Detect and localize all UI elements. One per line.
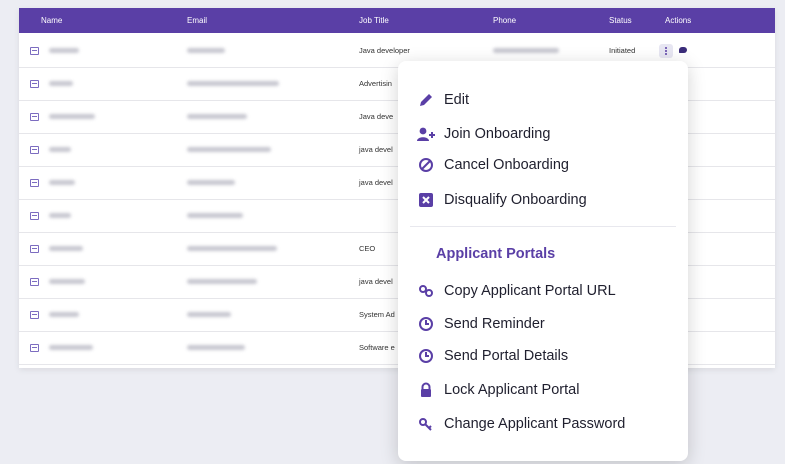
col-header-status[interactable]: Status <box>609 16 632 25</box>
chat-icon[interactable] <box>679 47 687 53</box>
applicant-email <box>187 147 271 152</box>
table-header: Name Email Job Title Phone Status Action… <box>19 8 775 33</box>
applicant-job-title: Software e <box>359 343 395 352</box>
row-checkbox[interactable] <box>30 245 39 253</box>
menu-divider <box>410 226 676 227</box>
applicant-email <box>187 246 277 251</box>
applicant-job-title: System Ad <box>359 310 395 319</box>
applicant-portals-heading: Applicant Portals <box>436 246 556 262</box>
applicant-job-title: java devel <box>359 277 393 286</box>
applicant-job-title: CEO <box>359 244 376 253</box>
col-header-job-title[interactable]: Job Title <box>359 16 389 25</box>
x-box-icon <box>416 190 436 210</box>
row-checkbox[interactable] <box>30 278 39 286</box>
applicant-name <box>49 279 85 284</box>
row-checkbox[interactable] <box>30 344 39 352</box>
cancel-icon <box>416 155 436 175</box>
menu-item-lock-portal[interactable]: Lock Applicant Portal <box>416 379 579 401</box>
applicant-phone <box>493 48 559 53</box>
row-checkbox[interactable] <box>30 212 39 220</box>
row-actions-button[interactable] <box>659 44 673 58</box>
applicant-status: Initiated <box>609 46 636 55</box>
menu-item-label: Copy Applicant Portal URL <box>444 283 616 299</box>
menu-item-label: Join Onboarding <box>444 126 551 142</box>
menu-item-edit[interactable]: Edit <box>416 89 469 111</box>
menu-item-copy-portal-url[interactable]: Copy Applicant Portal URL <box>416 280 616 302</box>
menu-item-label: Edit <box>444 92 469 108</box>
col-header-phone[interactable]: Phone <box>493 16 516 25</box>
clock-icon <box>416 346 436 366</box>
actions-dropdown-menu: Edit Join Onboarding Cancel Onboarding D… <box>398 61 688 461</box>
more-vertical-icon <box>665 47 667 49</box>
menu-item-label: Send Reminder <box>444 316 545 332</box>
applicant-email <box>187 213 243 218</box>
row-checkbox[interactable] <box>30 146 39 154</box>
row-checkbox[interactable] <box>30 311 39 319</box>
row-checkbox[interactable] <box>30 113 39 121</box>
user-plus-icon <box>416 124 436 144</box>
menu-item-label: Cancel Onboarding <box>444 157 569 173</box>
applicant-name <box>49 147 71 152</box>
applicant-email <box>187 114 247 119</box>
applicant-job-title: Java deve <box>359 112 394 121</box>
applicant-name <box>49 114 95 119</box>
clock-icon <box>416 314 436 334</box>
menu-item-label: Send Portal Details <box>444 348 569 364</box>
menu-item-cancel-onboarding[interactable]: Cancel Onboarding <box>416 154 569 176</box>
menu-item-join-onboarding[interactable]: Join Onboarding <box>416 123 550 145</box>
menu-item-label: Change Applicant Password <box>444 416 626 432</box>
applicant-name <box>49 246 83 251</box>
col-header-actions: Actions <box>665 16 692 25</box>
applicant-job-title: Advertisin <box>359 79 392 88</box>
applicant-job-title: java devel <box>359 178 393 187</box>
applicant-email <box>187 81 279 86</box>
applicant-name <box>49 213 71 218</box>
applicant-name <box>49 81 73 86</box>
applicant-job-title: Java developer <box>359 46 410 55</box>
lock-icon <box>416 380 436 400</box>
applicant-email <box>187 180 235 185</box>
applicant-job-title: java devel <box>359 145 393 154</box>
row-checkbox[interactable] <box>30 179 39 187</box>
applicant-name <box>49 312 79 317</box>
applicant-name <box>49 345 93 350</box>
row-checkbox[interactable] <box>30 47 39 55</box>
col-header-name[interactable]: Name <box>41 16 62 25</box>
applicant-email <box>187 279 257 284</box>
menu-item-send-reminder[interactable]: Send Reminder <box>416 313 545 335</box>
applicant-email <box>187 345 245 350</box>
row-checkbox[interactable] <box>30 80 39 88</box>
pencil-icon <box>416 90 436 110</box>
col-header-email[interactable]: Email <box>187 16 207 25</box>
applicant-email <box>187 312 231 317</box>
applicant-email <box>187 48 225 53</box>
key-icon <box>416 414 436 434</box>
link-icon <box>416 281 436 301</box>
applicant-name <box>49 48 79 53</box>
menu-item-disqualify-onboarding[interactable]: Disqualify Onboarding <box>416 189 587 211</box>
menu-item-send-portal-details[interactable]: Send Portal Details <box>416 345 568 367</box>
applicant-name <box>49 180 75 185</box>
menu-item-change-password[interactable]: Change Applicant Password <box>416 413 625 435</box>
menu-item-label: Lock Applicant Portal <box>444 382 580 398</box>
menu-item-label: Disqualify Onboarding <box>444 192 587 208</box>
